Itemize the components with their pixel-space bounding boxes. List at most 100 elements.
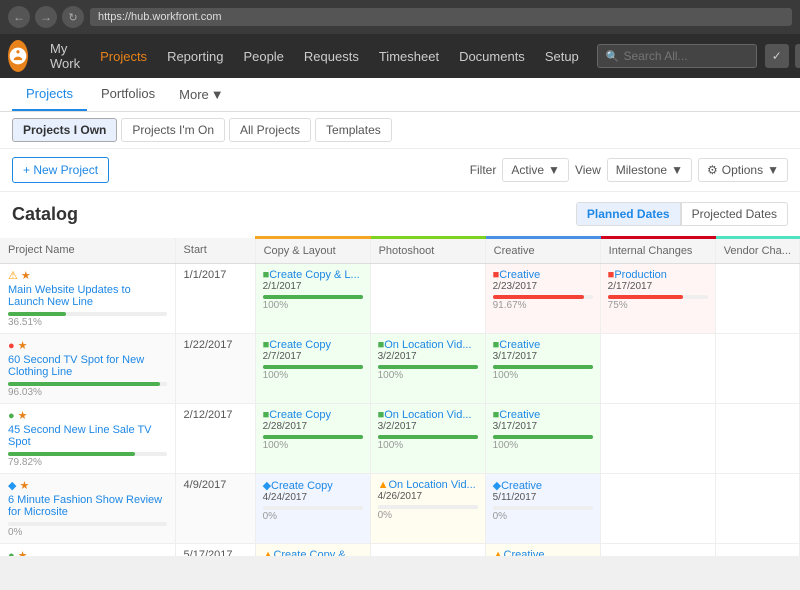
logo [8,40,28,72]
task-cell: ■Create Copy 2/28/2017 100% [255,404,370,474]
refresh-button[interactable]: ↻ [62,6,84,28]
task-date: 3/2/2017 [378,421,478,432]
nav-bar: My Work Projects Reporting People Reques… [0,34,800,78]
task-name-link[interactable]: Create Copy [269,339,331,351]
sub-tab-all-projects[interactable]: All Projects [229,118,311,142]
task-cell-empty [715,544,799,557]
table-row: ◆ ★ 6 Minute Fashion Show Review for Mic… [0,474,800,544]
th-photoshoot: Photoshoot [370,238,485,264]
project-start-date: 5/17/2017 [175,544,255,557]
task-cell-empty [370,264,485,334]
project-icons: ⚠ ★ [8,269,167,282]
task-date: 2/23/2017 [493,281,593,292]
project-name-link[interactable]: 6 Minute Fashion Show Review for Microsi… [8,494,167,518]
checkmark-icon[interactable]: ✓ [765,44,789,68]
nav-documents[interactable]: Documents [449,34,535,78]
search-input[interactable] [624,49,744,63]
more-button[interactable]: More ▼ [169,79,234,110]
sub-tabs: Projects I Own Projects I'm On All Proje… [0,112,800,149]
task-progress-label: 100% [493,440,593,451]
active-filter[interactable]: Active ▼ [502,158,569,182]
nav-timesheet[interactable]: Timesheet [369,34,449,78]
catalog-title: Catalog [12,204,78,225]
new-project-button[interactable]: + New Project [12,157,109,183]
task-name-link[interactable]: Create Copy & L... [269,269,360,281]
project-progress-label: 36.51% [8,317,167,328]
task-cell: ■Create Copy & L... 2/1/2017 100% [255,264,370,334]
task-progress-label: 0% [263,511,363,522]
nav-my-work[interactable]: My Work [40,34,90,78]
project-name-link[interactable]: 60 Second TV Spot for New Clothing Line [8,354,167,378]
task-progress-label: 100% [493,370,593,381]
nav-people[interactable]: People [233,34,293,78]
url-bar[interactable]: https://hub.workfront.com [90,8,792,26]
task-name-link[interactable]: Create Copy & L... [263,549,346,556]
tab-portfolios[interactable]: Portfolios [87,78,169,111]
project-progress-label: 79.82% [8,457,167,468]
task-name-link[interactable]: On Location Vid... [388,479,475,491]
task-cell-empty [715,264,799,334]
project-progress-bar-container [8,522,167,526]
task-cell: ■On Location Vid... 3/2/2017 100% [370,334,485,404]
task-date: 5/11/2017 [493,492,593,503]
sub-tab-templates[interactable]: Templates [315,118,392,142]
task-cell: ■On Location Vid... 3/2/2017 100% [370,404,485,474]
projected-dates-toggle[interactable]: Projected Dates [681,202,788,226]
project-name-cell: ⚠ ★ Main Website Updates to Launch New L… [0,264,175,334]
project-start-date: 4/9/2017 [175,474,255,544]
task-cell: ■Production 2/17/2017 75% [600,264,715,334]
task-cell-empty [600,334,715,404]
task-cell-empty [600,474,715,544]
th-start: Start [175,238,255,264]
project-name-link[interactable]: Main Website Updates to Launch New Line [8,284,167,308]
sub-tab-projects-own[interactable]: Projects I Own [12,118,117,142]
project-icons: ● ★ [8,409,167,422]
task-name-link[interactable]: Creative [504,549,545,556]
project-icons: ● ★ [8,549,167,556]
search-box[interactable]: 🔍 [597,44,757,68]
task-name-link[interactable]: Creative [499,339,540,351]
project-name-cell: ● ★ 45 Second New Line Sale TV Spot 79.8… [0,404,175,474]
project-progress-bar [8,382,160,386]
project-name-link[interactable]: 45 Second New Line Sale TV Spot [8,424,167,448]
task-cell: ■Creative 3/17/2017 100% [485,334,600,404]
task-cell: ■Creative 2/23/2017 91.67% [485,264,600,334]
project-start-date: 1/22/2017 [175,334,255,404]
nav-requests[interactable]: Requests [294,34,369,78]
task-cell: ▲Creative 7/4/2017 0% [485,544,600,557]
toolbar: + New Project Filter Active ▼ View Miles… [0,149,800,192]
task-progress-label: 100% [378,370,478,381]
th-project-name: Project Name [0,238,175,264]
forward-button[interactable]: → [35,6,57,28]
planned-dates-toggle[interactable]: Planned Dates [576,202,681,226]
task-progress-label: 0% [378,510,478,521]
task-name-link[interactable]: Create Copy [271,480,333,492]
back-button[interactable]: ← [8,6,30,28]
project-icons: ◆ ★ [8,479,167,492]
th-creative: Creative [485,238,600,264]
catalog-header: Catalog Planned Dates Projected Dates [0,192,800,236]
task-cell-empty [600,404,715,474]
task-progress-label: 100% [263,370,363,381]
task-name-link[interactable]: Creative [499,409,540,421]
task-name-link[interactable]: On Location Vid... [384,339,471,351]
task-name-link[interactable]: Create Copy [269,409,331,421]
task-name-link[interactable]: On Location Vid... [384,409,471,421]
milestone-filter[interactable]: Milestone ▼ [607,158,692,182]
nav-reporting[interactable]: Reporting [157,34,233,78]
task-date: 2/7/2017 [263,351,363,362]
nav-setup[interactable]: Setup [535,34,589,78]
nav-projects[interactable]: Projects [90,34,157,78]
options-button[interactable]: ⚙ Options ▼ [698,158,788,182]
sub-tab-projects-on[interactable]: Projects I'm On [121,118,225,142]
tab-projects[interactable]: Projects [12,78,87,111]
task-name-link[interactable]: Production [614,269,667,281]
task-date: 2/1/2017 [263,281,363,292]
task-name-link[interactable]: Creative [499,269,540,281]
task-cell-empty [370,544,485,557]
help-icon[interactable]: ? [795,44,800,68]
main-content: Projects Portfolios More ▼ Projects I Ow… [0,78,800,556]
task-date: 4/24/2017 [263,492,363,503]
task-date: 3/17/2017 [493,351,593,362]
task-name-link[interactable]: Creative [501,480,542,492]
